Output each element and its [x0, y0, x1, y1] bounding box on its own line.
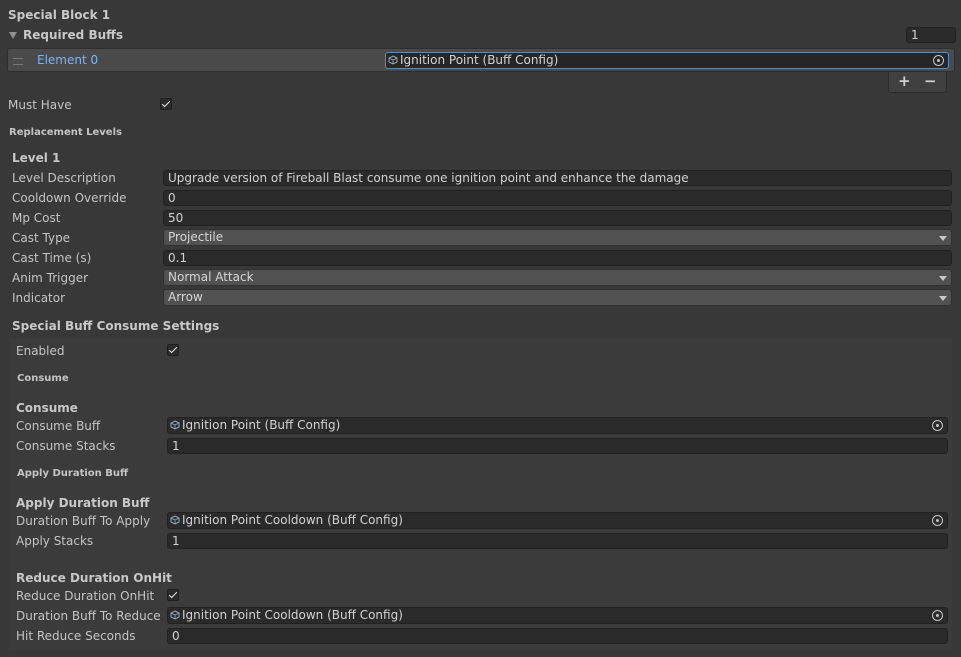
cast-time-field[interactable]: 0.1 [163, 250, 952, 266]
consume-buff-label: Consume Buff [16, 419, 101, 433]
dropdown-caret-icon [939, 296, 947, 301]
mp-cost-label: Mp Cost [12, 211, 61, 225]
duration-buff-to-apply-value: Ignition Point Cooldown (Buff Config) [182, 513, 403, 527]
apply-section-label: Apply Duration Buff [17, 468, 129, 479]
anim-trigger-label: Anim Trigger [12, 271, 89, 285]
indicator-dropdown[interactable]: Arrow [163, 289, 952, 306]
apply-stacks-label: Apply Stacks [16, 534, 94, 548]
object-picker-icon[interactable] [932, 515, 943, 526]
special-buff-title: Special Buff Consume Settings [12, 319, 220, 333]
special-block-title: Special Block 1 [8, 8, 111, 22]
consume-stacks-label: Consume Stacks [16, 439, 116, 453]
cast-type-label: Cast Type [12, 231, 71, 245]
required-buffs-size-field[interactable]: 1 [906, 27, 956, 43]
consume-header: Consume [16, 401, 78, 415]
element-0-object-field[interactable]: Ignition Point (Buff Config) [385, 52, 949, 69]
duration-buff-to-reduce-object-field[interactable]: Ignition Point Cooldown (Buff Config) [167, 607, 948, 624]
object-picker-icon[interactable] [932, 610, 943, 621]
cooldown-override-label: Cooldown Override [12, 191, 127, 205]
add-element-button[interactable]: + [898, 72, 911, 90]
consume-stacks-field[interactable]: 1 [167, 438, 948, 454]
duration-buff-to-apply-label: Duration Buff To Apply [16, 514, 151, 528]
reduce-header: Reduce Duration OnHit [16, 571, 172, 585]
cast-type-dropdown[interactable]: Projectile [163, 229, 952, 246]
indicator-value: Arrow [168, 290, 203, 304]
drag-handle-icon[interactable] [13, 58, 23, 65]
duration-buff-to-reduce-value: Ignition Point Cooldown (Buff Config) [182, 608, 403, 622]
duration-buff-to-reduce-label: Duration Buff To Reduce [16, 609, 161, 623]
must-have-checkbox[interactable] [160, 98, 172, 110]
level-title: Level 1 [12, 151, 61, 165]
replacement-levels-label: Replacement Levels [9, 127, 122, 138]
apply-stacks-field[interactable]: 1 [167, 533, 948, 549]
dropdown-caret-icon [939, 276, 947, 281]
element-0-label: Element 0 [37, 53, 99, 67]
cast-type-value: Projectile [168, 230, 224, 244]
level-description-label: Level Description [12, 171, 116, 185]
level-description-field[interactable]: Upgrade version of Fireball Blast consum… [163, 170, 952, 186]
enabled-checkbox[interactable] [167, 344, 179, 356]
must-have-label: Must Have [8, 98, 72, 112]
foldout-arrow-icon[interactable] [9, 32, 17, 39]
reduce-duration-onhit-label: Reduce Duration OnHit [16, 589, 155, 603]
apply-header: Apply Duration Buff [16, 496, 150, 510]
cooldown-override-field[interactable]: 0 [163, 190, 952, 206]
anim-trigger-dropdown[interactable]: Normal Attack [163, 269, 952, 286]
mp-cost-field[interactable]: 50 [163, 210, 952, 226]
dropdown-caret-icon [939, 236, 947, 241]
remove-element-button[interactable]: − [924, 72, 937, 90]
scriptable-object-icon [170, 515, 180, 525]
scriptable-object-icon [170, 420, 180, 430]
hit-reduce-seconds-label: Hit Reduce Seconds [16, 629, 136, 643]
duration-buff-to-apply-object-field[interactable]: Ignition Point Cooldown (Buff Config) [167, 512, 948, 529]
indicator-label: Indicator [12, 291, 66, 305]
scriptable-object-icon [170, 610, 180, 620]
hit-reduce-seconds-field[interactable]: 0 [167, 628, 948, 644]
anim-trigger-value: Normal Attack [168, 270, 254, 284]
consume-buff-object-field[interactable]: Ignition Point (Buff Config) [167, 417, 948, 434]
consume-section-label: Consume [17, 373, 69, 384]
scriptable-object-icon [388, 55, 398, 65]
enabled-label: Enabled [16, 344, 65, 358]
object-picker-icon[interactable] [933, 55, 944, 66]
consume-buff-value: Ignition Point (Buff Config) [182, 418, 341, 432]
required-buffs-label: Required Buffs [23, 28, 124, 42]
list-footer: + − [888, 72, 947, 93]
special-buff-panel [10, 338, 952, 650]
cast-time-label: Cast Time (s) [12, 251, 92, 265]
object-picker-icon[interactable] [932, 420, 943, 431]
reduce-duration-onhit-checkbox[interactable] [167, 589, 179, 601]
element-0-object-value: Ignition Point (Buff Config) [400, 53, 559, 67]
